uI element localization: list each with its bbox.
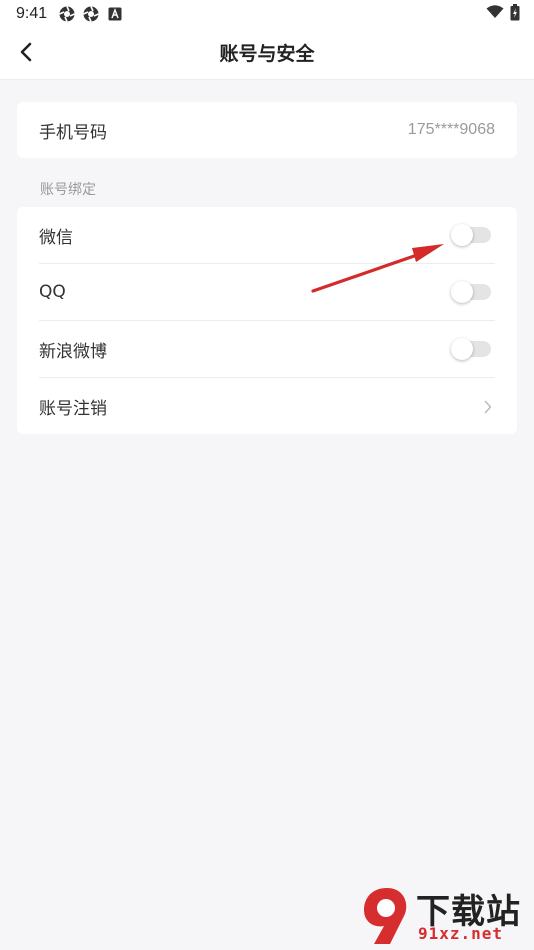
phone-label: 手机号码 (39, 122, 107, 143)
wechat-toggle[interactable] (451, 224, 491, 246)
binding-row-weibo[interactable]: 新浪微博 (39, 321, 495, 378)
chevron-left-icon (19, 42, 33, 66)
watermark-url: 91xz.net (418, 924, 504, 943)
battery-icon (510, 3, 520, 25)
page-title: 账号与安全 (219, 43, 315, 65)
phone-number-row[interactable]: 手机号码 175****9068 (17, 102, 517, 158)
nav-bar: 账号与安全 (0, 28, 534, 80)
binding-label: 新浪微博 (39, 341, 107, 362)
chevron-right-icon (483, 399, 495, 415)
aperture-icon (59, 6, 75, 22)
binding-row-qq[interactable]: QQ (39, 264, 495, 321)
binding-row-cancel-account[interactable]: 账号注销 (39, 378, 495, 435)
watermark: 下载站 91xz.net (360, 884, 530, 948)
status-bar: 9:41 (0, 0, 534, 28)
wifi-icon (486, 5, 504, 23)
qq-toggle[interactable] (451, 281, 491, 303)
weibo-toggle[interactable] (451, 338, 491, 360)
binding-list: 微信 QQ 新浪微博 账号注销 (17, 207, 517, 434)
toggle-knob (451, 224, 473, 246)
watermark-logo-icon (364, 888, 407, 944)
status-right (486, 3, 520, 25)
toggle-knob (451, 281, 473, 303)
toggle-knob (451, 338, 473, 360)
phone-value: 175****9068 (407, 121, 495, 138)
status-time: 9:41 (16, 5, 48, 22)
binding-row-wechat[interactable]: 微信 (39, 207, 495, 264)
binding-label: 账号注销 (39, 399, 107, 419)
section-label-binding: 账号绑定 (40, 182, 96, 198)
binding-label: 微信 (39, 227, 73, 248)
binding-label: QQ (39, 282, 66, 302)
aperture-icon (83, 6, 99, 22)
back-button[interactable] (10, 38, 42, 70)
app-a-icon (107, 6, 123, 22)
